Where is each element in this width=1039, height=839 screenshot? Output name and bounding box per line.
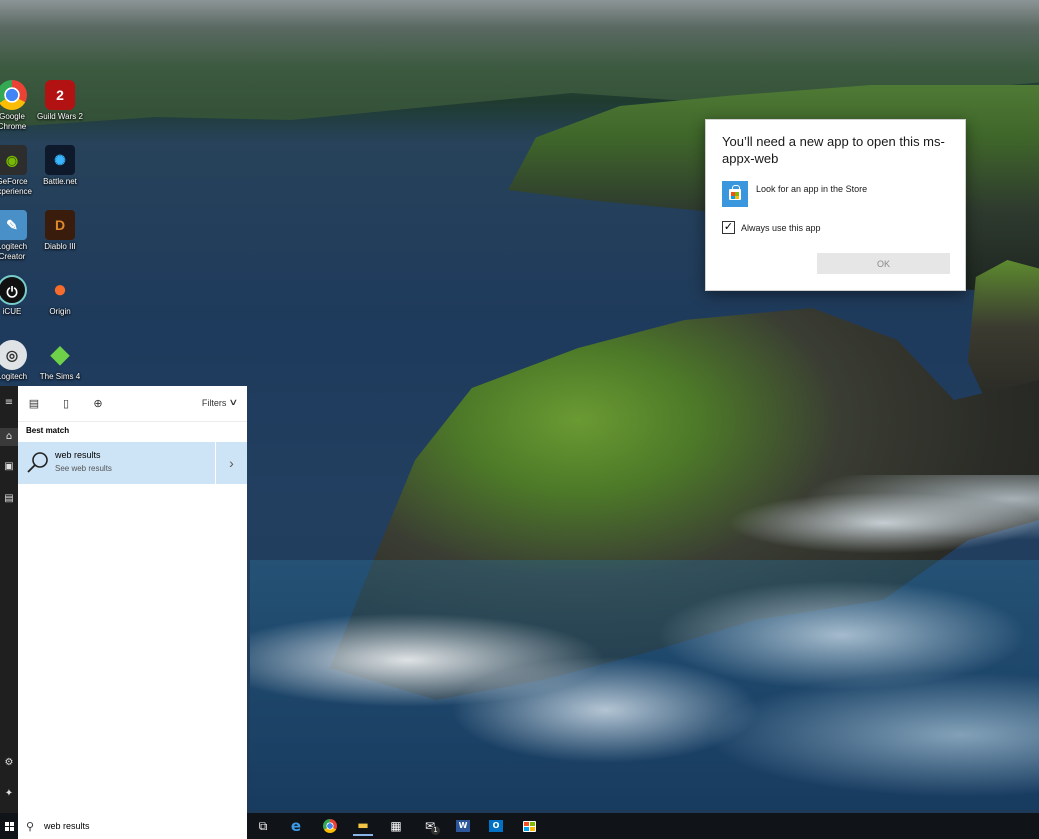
chevron-down-icon: ∨ — [228, 397, 239, 407]
result-title: web results — [55, 450, 101, 460]
taskbar: ⚲ ⧉ e ▬ ▦ ✉1 W O — [0, 813, 1039, 839]
desktop-icon-icue[interactable]: ⏻ iCUE — [0, 275, 37, 317]
search-icon — [27, 452, 48, 473]
desktop-icon-guild-wars-2[interactable]: 2 Guild Wars 2 — [35, 80, 85, 122]
always-use-checkbox[interactable]: ✓ — [722, 221, 735, 234]
desktop-icon-geforce[interactable]: ◉ GeForce Experience — [0, 145, 37, 197]
geforce-icon: ◉ — [0, 145, 27, 175]
desktop-icon-origin[interactable]: ● Origin — [35, 275, 85, 317]
icue-icon: ⏻ — [0, 275, 27, 305]
mail-icon[interactable]: ✉ 1 — [420, 816, 440, 836]
store-icon — [722, 181, 748, 207]
result-main[interactable]: web results See web results — [18, 442, 214, 484]
edge-icon[interactable]: e — [286, 816, 306, 836]
documents-scope-icon[interactable]: ▯ — [58, 396, 74, 412]
pictures-icon[interactable]: ▤ — [0, 490, 18, 508]
outlook-icon[interactable]: O — [486, 816, 506, 836]
taskbar-search-box[interactable]: ⚲ — [18, 813, 247, 839]
feedback-icon[interactable]: ✦ — [0, 785, 18, 803]
guild-wars-2-icon: 2 — [45, 80, 75, 110]
home-icon[interactable]: ⌂ — [0, 428, 18, 446]
desktop-icon-chrome[interactable]: Google Chrome — [0, 80, 37, 132]
chrome-icon — [0, 80, 27, 110]
search-panel: ▤ ▯ ⊕ Filters ∨ Best match web results S… — [18, 386, 247, 816]
store-icon[interactable] — [519, 816, 539, 836]
logitech-creator-icon: ✎ — [0, 210, 27, 240]
always-use-row: ✓ Always use this app — [722, 221, 821, 234]
origin-icon: ● — [52, 276, 68, 303]
desktop-icon-battlenet[interactable]: ✺ Battle.net — [35, 145, 85, 187]
desktop-icon-logitech[interactable]: ◎ Logitech — [0, 340, 37, 382]
open-with-dialog: You’ll need a new app to open this ms-ap… — [705, 119, 966, 291]
chevron-right-icon[interactable]: › — [215, 442, 247, 484]
sims-icon: ◆ — [50, 341, 70, 368]
dialog-title: You’ll need a new app to open this ms-ap… — [722, 134, 945, 166]
ok-button[interactable]: OK — [817, 253, 950, 274]
settings-icon[interactable]: ⚙ — [0, 754, 18, 772]
always-use-label: Always use this app — [741, 222, 821, 233]
filters-button[interactable]: Filters ∨ — [201, 397, 239, 408]
desktop-icon-logitech-creator[interactable]: ✎ Logitech Creator — [0, 210, 37, 262]
search-scope-toolbar: ▤ ▯ ⊕ Filters ∨ — [18, 386, 247, 422]
best-match-heading: Best match — [26, 426, 70, 435]
start-rail: ≡ ⌂ ▣ ▤ ⚙ ✦ — [0, 386, 18, 816]
battlenet-icon: ✺ — [45, 145, 75, 175]
store-option-label: Look for an app in the Store — [756, 184, 868, 194]
hamburger-icon[interactable]: ≡ — [0, 394, 18, 412]
result-subtitle: See web results — [55, 464, 112, 473]
search-icon: ⚲ — [26, 820, 35, 833]
best-match-result[interactable]: web results See web results › — [18, 442, 247, 484]
task-view-icon[interactable]: ⧉ — [253, 816, 273, 836]
word-icon[interactable]: W — [453, 816, 473, 836]
apps-scope-icon[interactable]: ▤ — [26, 396, 42, 412]
mail-badge: 1 — [431, 826, 440, 835]
diablo-icon: D — [45, 210, 75, 240]
file-explorer-icon[interactable]: ▬ — [353, 816, 373, 836]
windows-icon — [4, 821, 14, 831]
logitech-icon: ◎ — [0, 340, 27, 370]
start-button[interactable] — [0, 813, 18, 839]
web-scope-icon[interactable]: ⊕ — [90, 396, 106, 412]
search-input[interactable] — [44, 821, 234, 831]
wallpaper-surf — [250, 560, 1039, 810]
calculator-icon[interactable]: ▦ — [386, 816, 406, 836]
documents-icon[interactable]: ▣ — [0, 458, 18, 476]
store-option[interactable]: Look for an app in the Store — [722, 181, 867, 207]
filters-label: Filters — [201, 397, 227, 408]
desktop-icon-sims[interactable]: ◆ The Sims 4 — [35, 340, 85, 382]
chrome-icon[interactable] — [320, 816, 340, 836]
desktop-icon-diablo[interactable]: D Diablo III — [35, 210, 85, 252]
